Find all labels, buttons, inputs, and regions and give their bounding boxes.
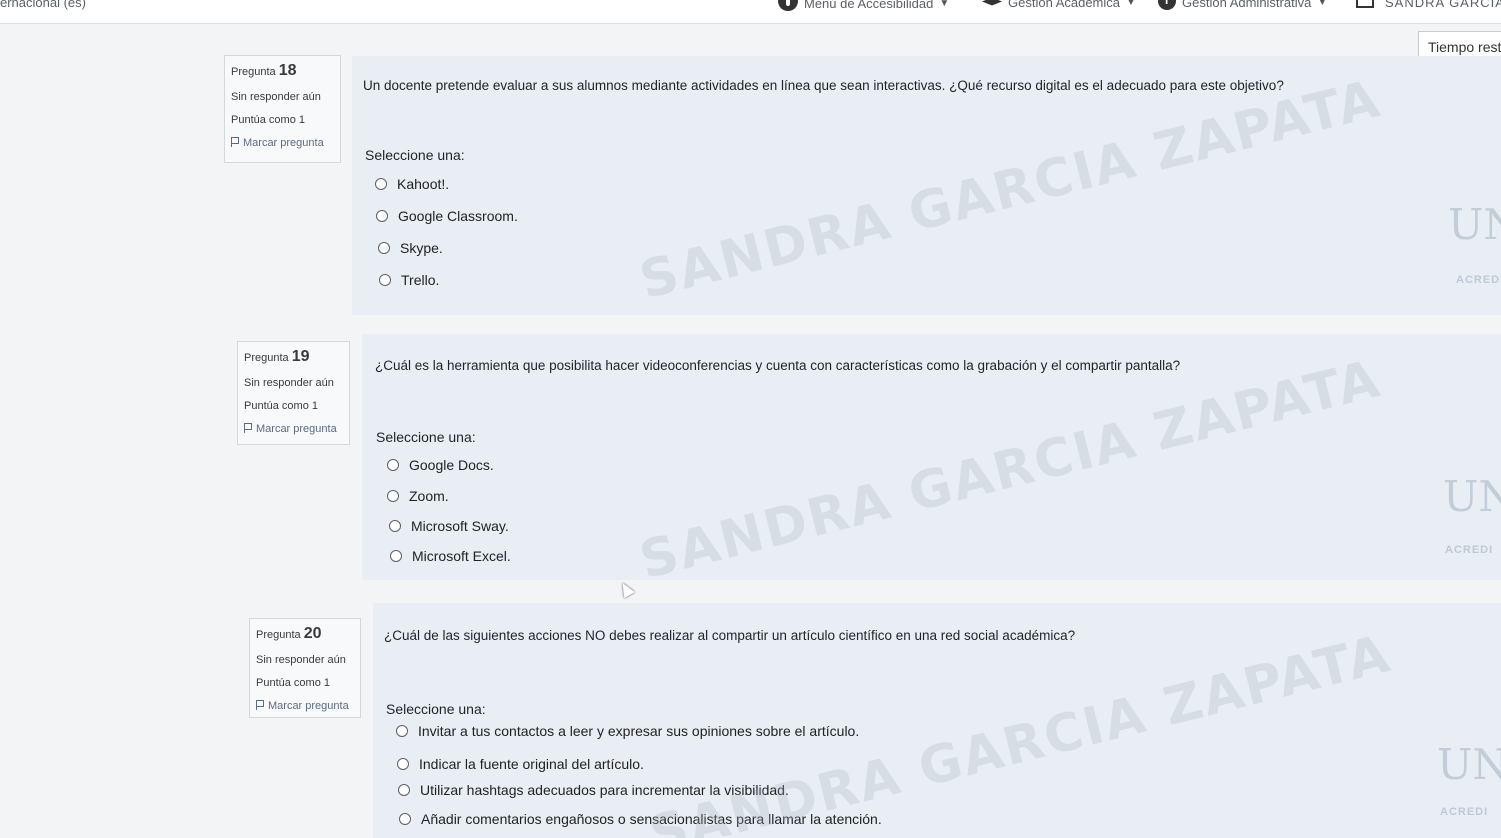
flag-icon xyxy=(244,423,252,433)
graduation-cap-icon xyxy=(982,0,1002,6)
question-points: Puntúa como 1 xyxy=(256,677,330,689)
flag-question-button[interactable]: Marcar pregunta xyxy=(256,700,354,712)
chevron-down-icon: ▼ xyxy=(1317,0,1328,8)
radio-button[interactable] xyxy=(389,520,401,532)
accessibility-menu-label: Menú de Accesibilidad xyxy=(804,0,934,11)
accessibility-menu[interactable]: Menú de Accesibilidad ▼ xyxy=(778,0,949,11)
question-text: ¿Cuál es la herramienta que posibilita h… xyxy=(375,358,1181,373)
mouse-cursor-icon xyxy=(617,579,635,599)
answer-option[interactable]: Zoom. xyxy=(387,488,449,504)
radio-button[interactable] xyxy=(397,758,409,770)
mail-icon xyxy=(1356,0,1374,8)
accessibility-icon xyxy=(778,0,798,11)
radio-button[interactable] xyxy=(378,242,390,254)
question-number: Pregunta 18 xyxy=(231,62,297,79)
answer-option[interactable]: Skype. xyxy=(378,240,443,256)
radio-button[interactable] xyxy=(387,490,399,502)
select-one-prompt: Seleccione una: xyxy=(365,147,465,163)
radio-button[interactable] xyxy=(396,725,408,737)
answer-option[interactable]: Añadir comentarios engañosos o sensacion… xyxy=(399,811,882,827)
radio-button[interactable] xyxy=(399,813,411,825)
answer-option[interactable]: Google Classroom. xyxy=(376,208,518,224)
radio-button[interactable] xyxy=(387,459,399,471)
admin-menu-label: Gestión Administrativa xyxy=(1182,0,1312,10)
messages-button[interactable] xyxy=(1356,0,1374,8)
answer-option[interactable]: Invitar a tus contactos a leer y expresa… xyxy=(396,723,859,739)
radio-button[interactable] xyxy=(390,550,402,562)
flag-question-button[interactable]: Marcar pregunta xyxy=(244,423,343,435)
select-one-prompt: Seleccione una: xyxy=(376,429,476,445)
academic-menu-label: Gestión Académica xyxy=(1008,0,1121,10)
flag-icon xyxy=(231,137,239,147)
question-text: ¿Cuál de las siguientes acciones NO debe… xyxy=(384,628,1076,643)
question-points: Puntúa como 1 xyxy=(244,400,318,412)
chevron-down-icon: ▼ xyxy=(939,0,950,9)
question-text: Un docente pretende evaluar a sus alumno… xyxy=(363,78,1284,93)
flag-icon xyxy=(256,700,264,710)
top-navigation-bar: ernacional (es) Menú de Accesibilidad ▼ … xyxy=(0,0,1501,24)
answer-option[interactable]: Microsoft Sway. xyxy=(389,518,509,534)
question-status: Sin responder aún xyxy=(256,654,346,666)
radio-button[interactable] xyxy=(379,274,391,286)
question-number: Pregunta 19 xyxy=(244,348,310,365)
chevron-down-icon: ▼ xyxy=(1126,0,1136,8)
info-icon xyxy=(1158,0,1176,10)
radio-button[interactable] xyxy=(375,178,387,190)
question-content-18 xyxy=(352,56,1501,315)
question-number: Pregunta 20 xyxy=(256,625,322,642)
question-status: Sin responder aún xyxy=(244,377,334,389)
user-menu[interactable]: SANDRA GARCIA Z xyxy=(1385,0,1501,10)
answer-option[interactable]: Indicar la fuente original del artículo. xyxy=(397,756,644,772)
time-remaining-label: Tiempo rest xyxy=(1428,39,1501,55)
question-status: Sin responder aún xyxy=(231,91,321,103)
admin-menu[interactable]: Gestión Administrativa ▼ xyxy=(1158,0,1327,10)
flag-question-button[interactable]: Marcar pregunta xyxy=(231,137,334,149)
answer-option[interactable]: Kahoot!. xyxy=(375,176,449,192)
radio-button[interactable] xyxy=(376,210,388,222)
question-info-18: Pregunta 18 Sin responder aún Puntúa com… xyxy=(224,55,341,163)
question-info-20: Pregunta 20 Sin responder aún Puntúa com… xyxy=(249,618,361,718)
select-one-prompt: Seleccione una: xyxy=(386,701,486,717)
question-points: Puntúa como 1 xyxy=(231,114,305,126)
answer-option[interactable]: Trello. xyxy=(379,272,439,288)
language-selector[interactable]: ernacional (es) xyxy=(0,0,86,10)
question-info-19: Pregunta 19 Sin responder aún Puntúa com… xyxy=(237,341,350,445)
radio-button[interactable] xyxy=(398,784,410,796)
answer-option[interactable]: Utilizar hashtags adecuados para increme… xyxy=(398,782,789,798)
answer-option[interactable]: Google Docs. xyxy=(387,457,494,473)
answer-option[interactable]: Microsoft Excel. xyxy=(390,548,511,564)
academic-menu[interactable]: Gestión Académica ▼ xyxy=(982,0,1136,10)
